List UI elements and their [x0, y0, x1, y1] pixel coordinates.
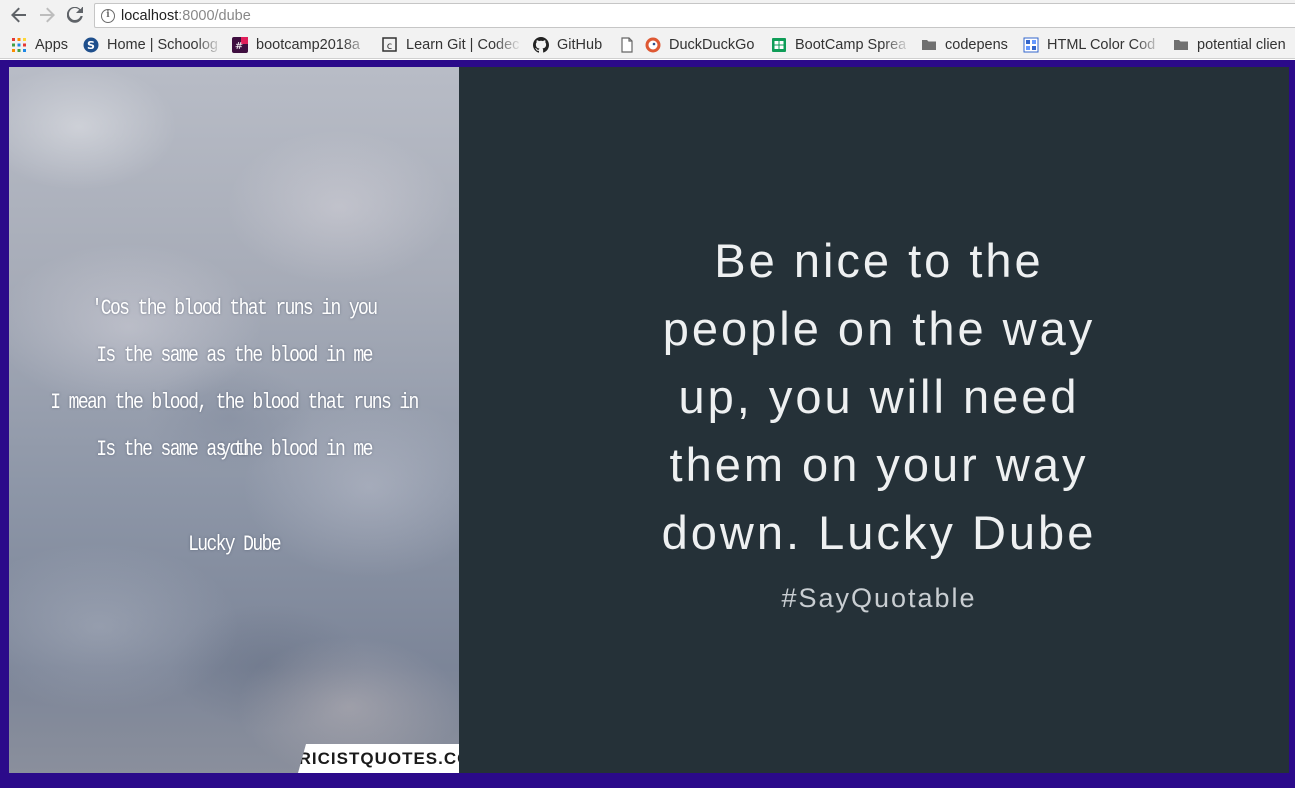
- bookmark-label: Apps: [35, 37, 69, 53]
- html-color-icon: [1023, 37, 1039, 53]
- github-icon: [533, 37, 549, 53]
- lyrics-author: Lucky Dube: [188, 532, 282, 557]
- forward-button[interactable]: [36, 5, 58, 25]
- quote-text: Be nice to the people on the way up, you…: [599, 227, 1159, 567]
- arrow-left-icon: [11, 7, 26, 23]
- bookmarks-bar: Apps S Home | Schoolog # bootcamp2018a c…: [0, 31, 1295, 59]
- lyrics-image: 'Cos the blood that runs in you Is the s…: [9, 67, 459, 773]
- bookmark-label: BootCamp Sprea: [795, 37, 907, 53]
- hashtag: #SayQuotable: [781, 583, 977, 613]
- quote-line: people on the way: [662, 302, 1096, 355]
- svg-text:S: S: [87, 39, 95, 52]
- bookmark-label: GitHub: [557, 37, 603, 53]
- bookmark-label: Home | Schoolog: [107, 37, 218, 53]
- bookmark-label: potential clien: [1197, 37, 1286, 53]
- quote-line: them on your way: [669, 438, 1089, 491]
- bookmark-label: HTML Color Cod: [1047, 37, 1156, 53]
- bookmark-bootcamp-spreadsheet[interactable]: BootCamp Sprea: [771, 35, 911, 55]
- reload-button[interactable]: [64, 5, 86, 25]
- url-host: localhost: [121, 7, 179, 24]
- address-bar[interactable]: i localhost:8000/dube: [94, 3, 1295, 28]
- sheets-icon: [771, 37, 787, 53]
- back-button[interactable]: [8, 5, 30, 25]
- info-icon[interactable]: i: [101, 8, 115, 23]
- svg-text:#: #: [235, 41, 243, 52]
- bookmark-apps[interactable]: Apps: [11, 35, 81, 55]
- schoology-icon: S: [83, 37, 99, 53]
- bookmark-label: bootcamp2018a: [256, 37, 360, 53]
- duckduckgo-icon: [645, 37, 661, 53]
- url-path: :8000/dube: [178, 7, 251, 24]
- bookmark-bootcamp2018a[interactable]: # bootcamp2018a: [232, 35, 370, 55]
- quote-line: down. Lucky Dube: [661, 506, 1097, 559]
- browser-toolbar: i localhost:8000/dube: [0, 0, 1295, 31]
- bookmark-github[interactable]: GitHub: [533, 35, 613, 55]
- bookmark-label: DuckDuckGo: [669, 37, 755, 53]
- folder-icon: [1173, 37, 1189, 53]
- lyrics-line: I mean the blood, the blood that runs in…: [50, 390, 419, 462]
- lyrics-text: 'Cos the blood that runs in you Is the s…: [50, 285, 419, 568]
- apps-grid-icon: [11, 37, 27, 53]
- bookmark-duckduckgo[interactable]: DuckDuckGo: [645, 35, 765, 55]
- quote-line: up, you will need: [678, 370, 1080, 423]
- arrow-right-icon: [40, 7, 55, 23]
- bookmark-html-color-codes[interactable]: HTML Color Cod: [1023, 35, 1163, 55]
- page-icon: [619, 37, 635, 53]
- reload-icon: [67, 7, 83, 23]
- quote-line: Be nice to the: [714, 234, 1044, 287]
- bookmark-codepens[interactable]: codepens: [921, 35, 1016, 55]
- lyrics-line: Is the same as the blood in me: [96, 437, 373, 462]
- lyrics-line: Is the same as the blood in me: [96, 343, 373, 368]
- quote-card: 'Cos the blood that runs in you Is the s…: [9, 67, 1289, 773]
- svg-text:c: c: [387, 41, 393, 52]
- bookmark-potential-clients[interactable]: potential clien: [1173, 35, 1295, 55]
- url-text: localhost:8000/dube: [121, 8, 251, 24]
- slack-icon: #: [232, 37, 248, 53]
- codecademy-icon: c: [382, 37, 398, 53]
- bookmark-label: Learn Git | Codec: [406, 37, 520, 53]
- bookmark-label: codepens: [945, 37, 1008, 53]
- folder-icon: [921, 37, 937, 53]
- bookmark-untitled[interactable]: [619, 35, 641, 55]
- bookmark-learn-git[interactable]: c Learn Git | Codec: [382, 35, 522, 55]
- watermark-logo: LYRICISTQUOTES.COM: [298, 744, 459, 773]
- lyrics-line: 'Cos the blood that runs in you: [91, 296, 378, 321]
- page-background: 'Cos the blood that runs in you Is the s…: [0, 60, 1295, 788]
- bookmark-schoology[interactable]: S Home | Schoolog: [83, 35, 223, 55]
